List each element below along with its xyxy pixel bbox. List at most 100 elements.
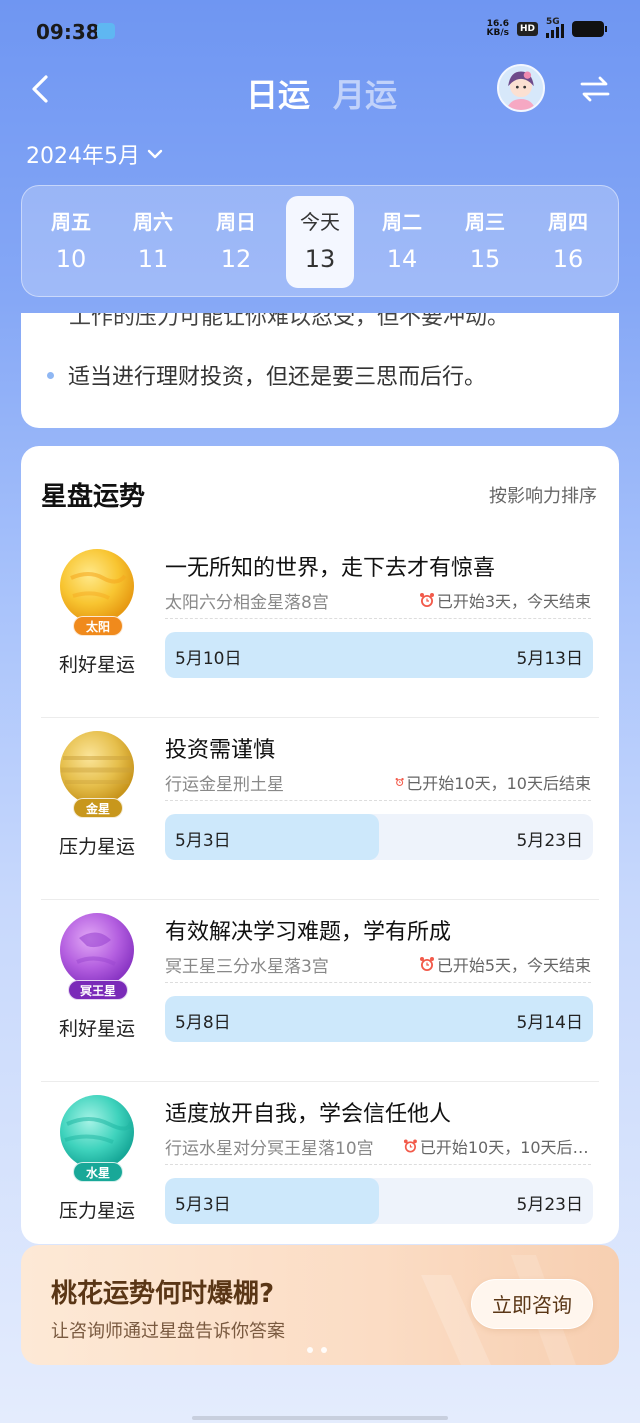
month-selector[interactable]: 2024年5月 <box>26 138 164 170</box>
day-name: 周五 <box>51 210 91 234</box>
day-date: 10 <box>55 245 87 273</box>
transit-status: 已开始5天，今天结束 <box>419 952 591 976</box>
switch-icon[interactable] <box>578 74 612 104</box>
sort-button[interactable]: 按影响力排序 <box>489 482 597 508</box>
transit-item-mercury[interactable]: 水星 压力星运 适度放开自我，学会信任他人 行运水星对分冥王星落10宫 已开始1… <box>41 1082 599 1264</box>
transit-status-text: 已开始3天，今天结束 <box>436 592 591 611</box>
transit-aspect: 行运金星刑土星 <box>165 775 284 795</box>
start-date: 5月3日 <box>175 1195 231 1215</box>
day-sun[interactable]: 周日 12 <box>202 196 270 288</box>
transit-type: 利好星运 <box>58 1018 135 1040</box>
start-date: 5月10日 <box>175 649 242 669</box>
transit-status-text: 已开始10天，10天后结束 <box>406 774 591 793</box>
home-indicator[interactable] <box>192 1416 448 1420</box>
day-sat[interactable]: 周六 11 <box>119 196 187 288</box>
divider <box>165 982 591 983</box>
hd-icon: HD <box>516 22 538 36</box>
tips-card: 工作的压力可能让你难以忍受，但不要冲动。 适当进行理财投资，但还是要三思而后行。 <box>21 313 619 428</box>
alarm-clock-icon <box>419 593 434 607</box>
start-date: 5月8日 <box>175 1013 231 1033</box>
transit-status: 已开始10天，10天后结束 <box>395 770 591 794</box>
day-date: 12 <box>220 245 252 273</box>
tip-line-partial: 工作的压力可能让你难以忍受，但不要冲动。 <box>69 313 510 330</box>
network-speed-unit: KB/s <box>486 28 509 38</box>
tab-daily[interactable]: 日运 <box>246 70 310 116</box>
transit-aspect: 冥王星三分水星落3宫 <box>165 957 329 977</box>
network-speed: 16.6 KB/s <box>487 20 509 38</box>
back-icon[interactable] <box>26 72 56 106</box>
transit-aspect: 太阳六分相金星落8宫 <box>165 593 329 613</box>
day-date: 11 <box>137 245 169 273</box>
end-date: 5月23日 <box>516 1195 583 1215</box>
consult-button[interactable]: 立即咨询 <box>471 1279 593 1329</box>
mercury-planet-icon <box>60 1095 134 1169</box>
banner-title: 桃花运势何时爆棚? <box>51 1279 275 1309</box>
end-date: 5月14日 <box>516 1013 583 1033</box>
transit-title: 适度放开自我，学会信任他人 <box>165 1102 452 1127</box>
start-date: 5月3日 <box>175 831 231 851</box>
carousel-dots <box>307 1347 327 1353</box>
transit-title: 有效解决学习难题，学有所成 <box>165 920 452 945</box>
planet-badge: 冥王星 <box>68 980 128 1000</box>
transit-progress: 5月3日 5月23日 <box>165 814 593 860</box>
alarm-clock-icon <box>395 777 404 787</box>
app-notification-icon <box>97 23 115 39</box>
day-name: 周日 <box>216 210 256 234</box>
week-strip: 周五 10 周六 11 周日 12 今天 13 周二 14 周三 15 周四 1… <box>21 185 619 297</box>
day-date: 15 <box>469 245 501 273</box>
transit-aspect: 行运水星对分冥王星落10宫 <box>165 1139 374 1159</box>
transit-type: 压力星运 <box>58 836 135 858</box>
transit-progress: 5月3日 5月23日 <box>165 1178 593 1224</box>
divider <box>165 800 591 801</box>
day-tue[interactable]: 周二 14 <box>368 196 436 288</box>
planet-badge: 水星 <box>73 1162 123 1182</box>
transit-item-pluto[interactable]: 冥王星 利好星运 有效解决学习难题，学有所成 冥王星三分水星落3宫 已开始5天，… <box>41 900 599 1082</box>
transit-progress: 5月8日 5月14日 <box>165 996 593 1042</box>
transit-item-venus[interactable]: 金星 压力星运 投资需谨慎 行运金星刑土星 已开始10天，10天后结束 5月3日… <box>41 718 599 900</box>
status-bar: 09:38 16.6 KB/s HD 5G <box>0 0 640 62</box>
alarm-clock-icon <box>403 1139 417 1153</box>
day-name: 周六 <box>133 210 173 234</box>
avatar[interactable] <box>497 64 545 112</box>
bullet-icon <box>47 371 54 379</box>
transit-progress: 5月10日 5月13日 <box>165 632 593 678</box>
tab-monthly[interactable]: 月运 <box>333 70 397 116</box>
transit-status: 已开始3天，今天结束 <box>419 588 591 612</box>
network-type: 5G <box>546 17 560 27</box>
transit-type: 压力星运 <box>58 1200 135 1222</box>
transit-item-sun[interactable]: 太阳 利好星运 一无所知的世界，走下去才有惊喜 太阳六分相金星落8宫 已开始3天… <box>41 536 599 718</box>
day-date: 14 <box>386 245 418 273</box>
astro-title: 星盘运势 <box>41 482 146 512</box>
status-indicators: 16.6 KB/s HD 5G <box>487 17 607 38</box>
transit-status: 已开始10天，10天后结束 <box>403 1134 591 1158</box>
day-name: 周四 <box>548 210 588 234</box>
day-today[interactable]: 今天 13 <box>286 196 354 288</box>
pluto-planet-icon <box>60 913 134 987</box>
status-time: 09:38 <box>36 20 100 44</box>
banner-subtitle: 让咨询师通过星盘告诉你答案 <box>51 1321 285 1342</box>
chevron-down-icon <box>147 149 163 159</box>
day-date: 13 <box>304 245 336 273</box>
planet-badge: 金星 <box>73 798 123 818</box>
divider <box>165 618 591 619</box>
end-date: 5月13日 <box>516 649 583 669</box>
venus-planet-icon <box>60 731 134 805</box>
planet-badge: 太阳 <box>73 616 123 636</box>
transit-title: 一无所知的世界，走下去才有惊喜 <box>165 556 496 581</box>
battery-icon <box>572 21 607 37</box>
day-wed[interactable]: 周三 15 <box>451 196 519 288</box>
day-name: 周三 <box>465 210 505 234</box>
day-fri[interactable]: 周五 10 <box>37 196 105 288</box>
end-date: 5月23日 <box>516 831 583 851</box>
day-thu[interactable]: 周四 16 <box>534 196 602 288</box>
alarm-clock-icon <box>419 957 434 971</box>
month-label: 2024年5月 <box>26 144 140 169</box>
top-nav: 日运 月运 <box>0 62 640 118</box>
sun-planet-icon <box>60 549 134 623</box>
consult-banner[interactable]: 桃花运势何时爆棚? 让咨询师通过星盘告诉你答案 立即咨询 <box>21 1245 619 1365</box>
transit-title: 投资需谨慎 <box>165 738 276 763</box>
signal-icon: 5G <box>546 17 564 38</box>
transit-type: 利好星运 <box>58 654 135 676</box>
day-date: 16 <box>552 245 584 273</box>
divider <box>165 1164 591 1165</box>
